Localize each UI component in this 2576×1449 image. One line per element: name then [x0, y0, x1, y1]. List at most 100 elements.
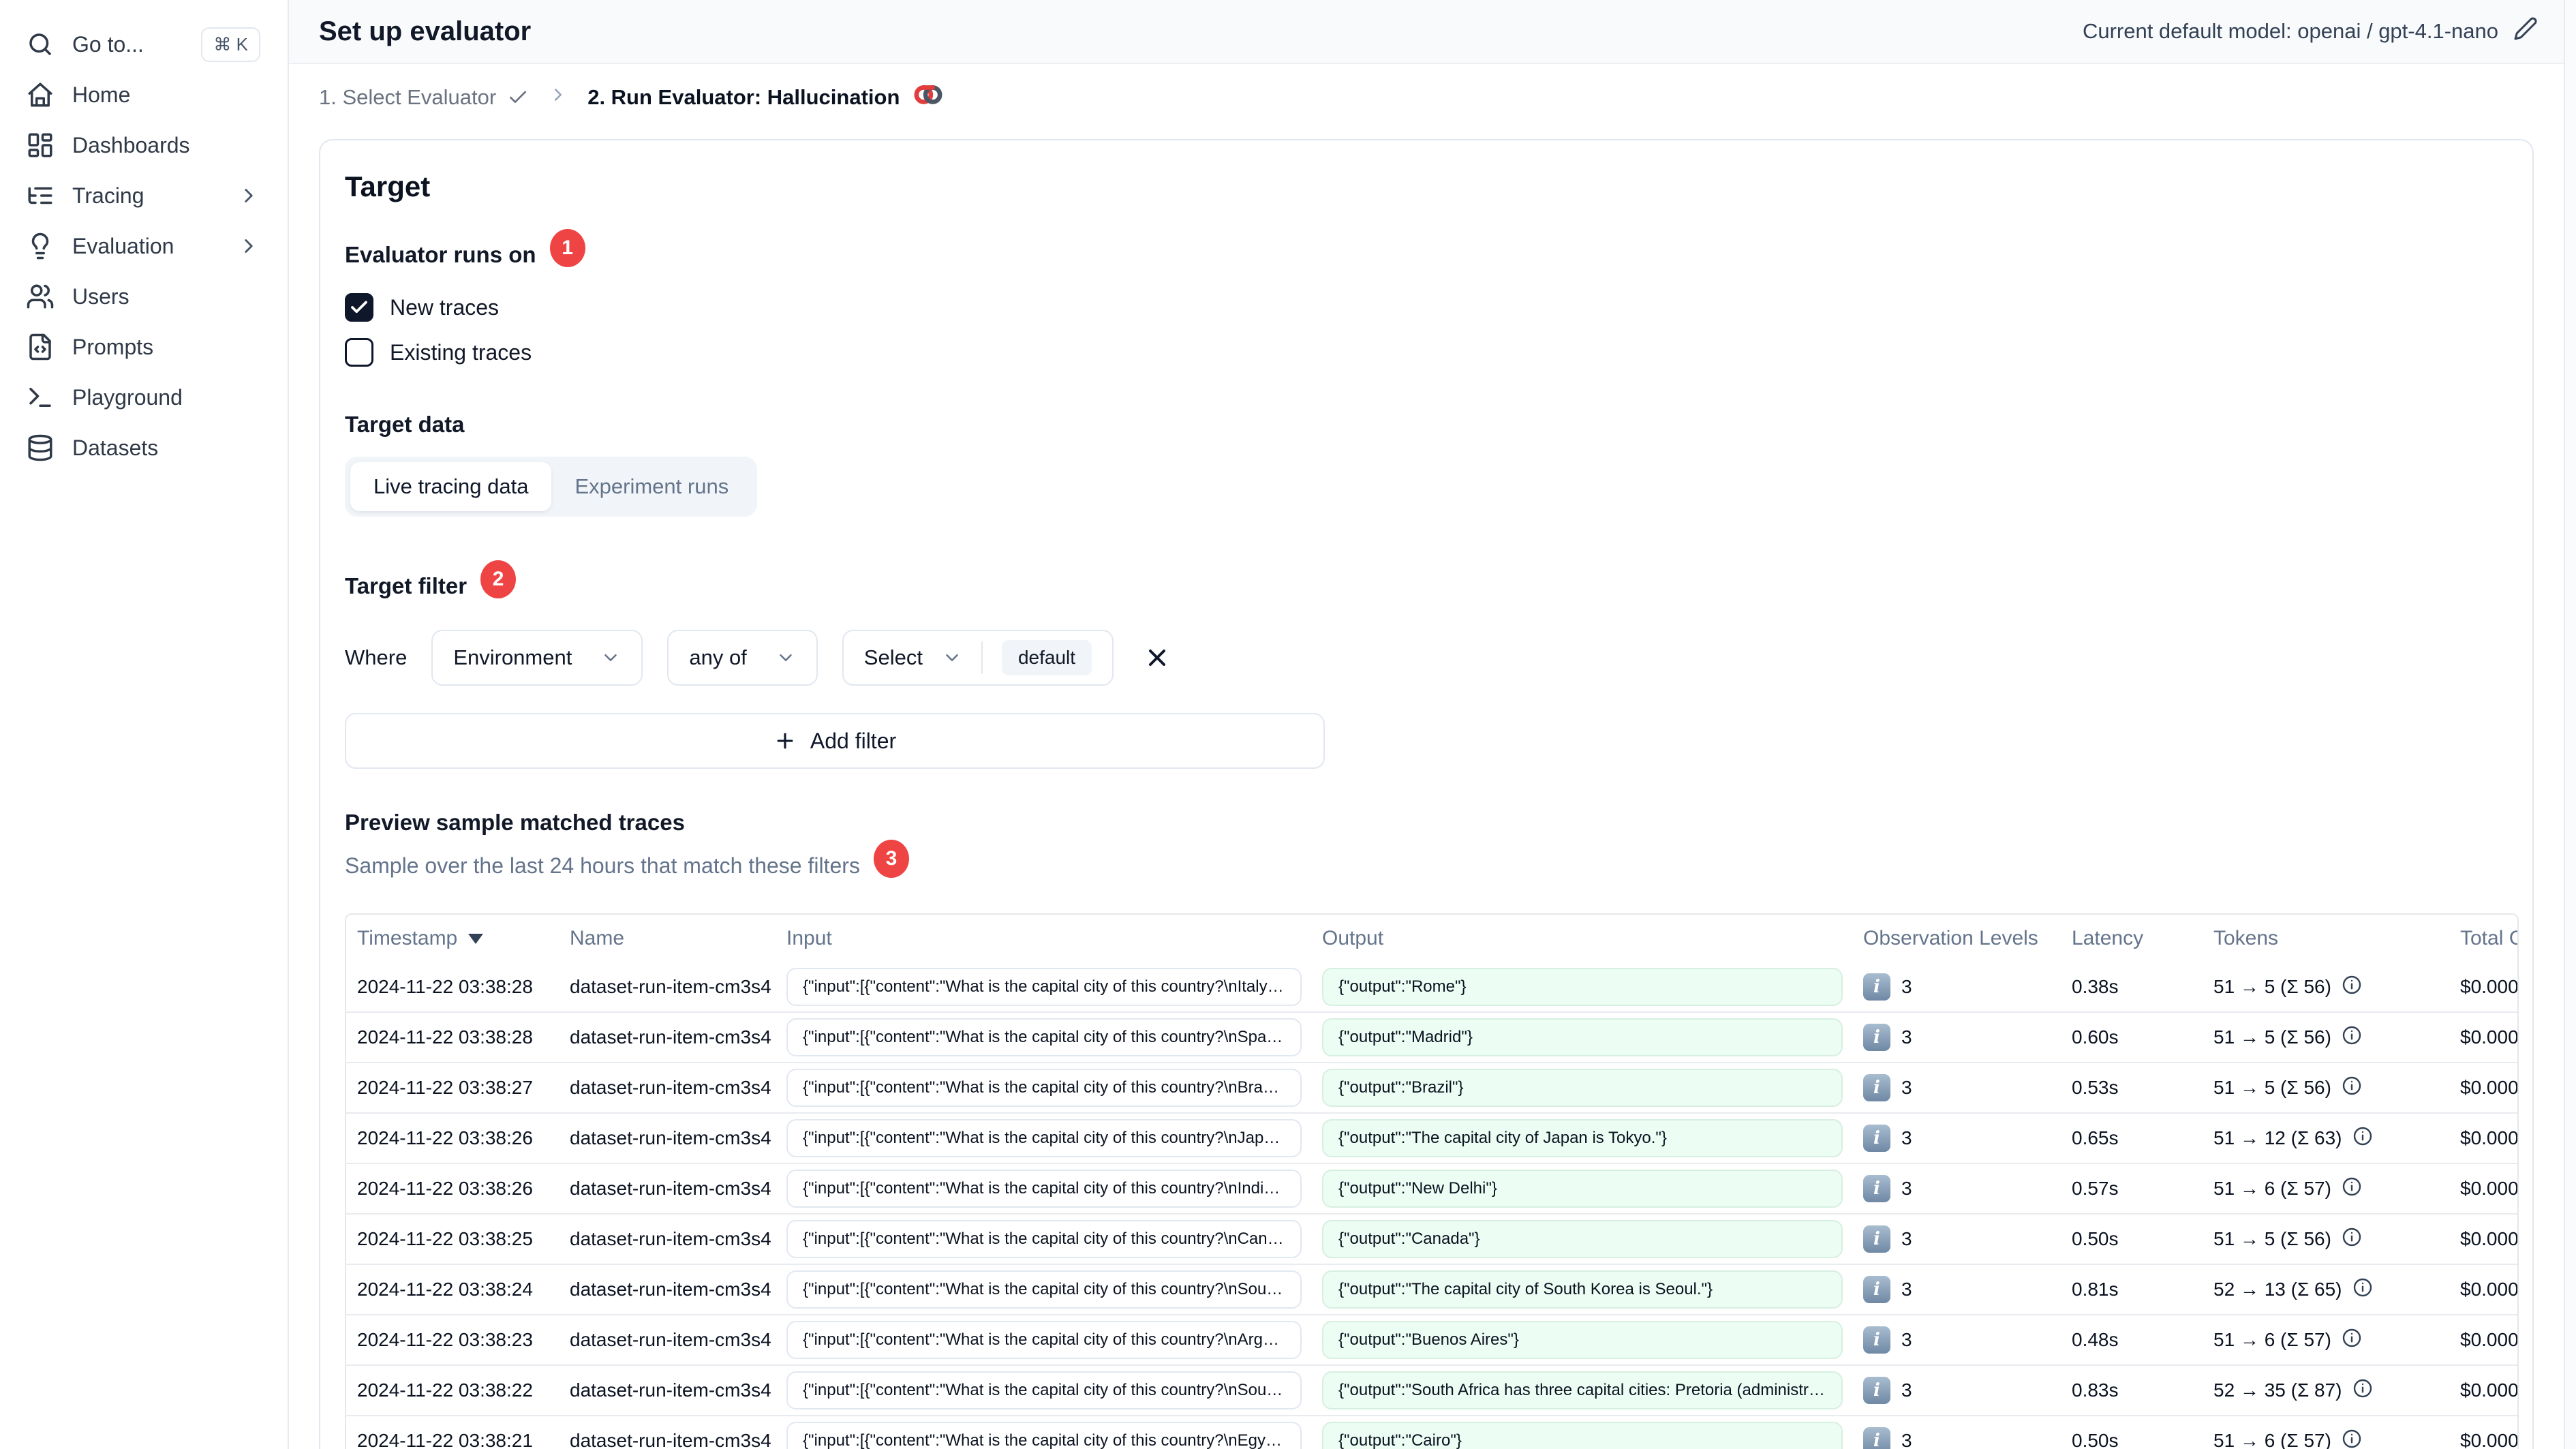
sidebar-item-home[interactable]: Home — [0, 70, 288, 120]
latency-cell: 0.38s — [2072, 976, 2119, 997]
name-cell: dataset-run-item-cm3s4 — [570, 1077, 771, 1098]
info-level-icon: i — [1863, 1326, 1890, 1354]
output-cell: {"output":"Cairo"} — [1322, 1422, 1843, 1449]
info-icon — [2341, 1226, 2363, 1253]
checkbox-option-1[interactable]: Existing traces — [345, 338, 2519, 367]
total-cost-cell: $0.000011 ( — [2460, 1430, 2517, 1449]
model-label: Current default model: openai / gpt-4.1-… — [2082, 19, 2498, 43]
where-label: Where — [345, 645, 408, 669]
target-data-tabs: Live tracing data Experiment runs — [345, 457, 758, 517]
sidebar-item-dashboards[interactable]: Dashboards — [0, 120, 288, 170]
shortcut-badge: ⌘ K — [201, 27, 260, 62]
timestamp-cell: 2024-11-22 03:38:26 — [357, 1178, 533, 1199]
table-row[interactable]: 2024-11-22 03:38:23 dataset-run-item-cm3s… — [346, 1314, 2517, 1364]
timestamp-cell: 2024-11-22 03:38:24 — [357, 1279, 533, 1300]
playground-icon — [26, 383, 55, 412]
latency-cell: 0.60s — [2072, 1026, 2119, 1048]
sidebar-item-label: Prompts — [72, 334, 154, 359]
input-cell: {"input":[{"content":"What is the capita… — [786, 1119, 1302, 1157]
breadcrumb-step-1[interactable]: 1. Select Evaluator — [319, 85, 529, 110]
runs-on-label: Evaluator runs on — [345, 242, 536, 267]
table-row[interactable]: 2024-11-22 03:38:28 dataset-run-item-cm3s… — [346, 962, 2517, 1011]
table-row[interactable]: 2024-11-22 03:38:26 dataset-run-item-cm3s… — [346, 1112, 2517, 1163]
table-row[interactable]: 2024-11-22 03:38:26 dataset-run-item-cm3s… — [346, 1163, 2517, 1213]
column-header-total-cost: Total Cost — [2460, 927, 2517, 949]
edit-pencil-icon[interactable] — [2513, 16, 2538, 46]
output-cell: {"output":"The capital city of South Kor… — [1322, 1270, 1843, 1309]
input-cell: {"input":[{"content":"What is the capita… — [786, 1371, 1302, 1409]
filter-value-select[interactable]: Select default — [842, 630, 1114, 686]
target-data-label: Target data — [345, 412, 465, 437]
input-cell: {"input":[{"content":"What is the capita… — [786, 968, 1302, 1006]
table-row[interactable]: 2024-11-22 03:38:22 dataset-run-item-cm3s… — [346, 1364, 2517, 1415]
preview-title: Preview sample matched traces — [345, 810, 685, 835]
output-cell: {"output":"South Africa has three capita… — [1322, 1371, 1843, 1409]
info-icon — [2352, 1277, 2374, 1303]
sidebar-item-tracing[interactable]: Tracing — [0, 170, 288, 221]
default-model-info: Current default model: openai / gpt-4.1-… — [2083, 16, 2538, 46]
table-body: 2024-11-22 03:38:28 dataset-run-item-cm3s… — [346, 962, 2517, 1449]
chevron-down-icon — [780, 654, 792, 661]
users-icon — [26, 282, 55, 311]
preview-subtitle-row: Sample over the last 24 hours that match… — [345, 840, 2519, 885]
checkbox-option-0[interactable]: New traces — [345, 293, 2519, 322]
filter-value-chip: default — [1001, 640, 1092, 675]
checkbox[interactable] — [345, 338, 373, 367]
sidebar-item-label: Datasets — [72, 435, 159, 460]
evaluator-logo-icon — [912, 80, 945, 115]
chevron-down-icon — [604, 654, 617, 661]
filter-operator-select[interactable]: any of — [667, 630, 818, 686]
check-icon — [510, 91, 527, 103]
column-header-timestamp[interactable]: Timestamp — [346, 927, 559, 950]
table-row[interactable]: 2024-11-22 03:38:21 dataset-run-item-cm3s… — [346, 1415, 2517, 1449]
table-row[interactable]: 2024-11-22 03:38:24 dataset-run-item-cm3s… — [346, 1264, 2517, 1314]
close-icon — [1149, 650, 1166, 666]
info-level-icon: i — [1863, 1024, 1890, 1051]
tokens-cell: 51 → 6 (Σ 57) — [2203, 1176, 2449, 1202]
timestamp-cell: 2024-11-22 03:38:23 — [357, 1329, 533, 1350]
total-cost-cell: $0.000011 ( — [2460, 1026, 2517, 1048]
tokens-cell: 51 → 5 (Σ 56) — [2203, 1226, 2449, 1253]
column-header-tokens: Tokens — [2213, 927, 2279, 949]
table-row[interactable]: 2024-11-22 03:38:25 dataset-run-item-cm3s… — [346, 1213, 2517, 1264]
sidebar-item-datasets[interactable]: Datasets — [0, 423, 288, 473]
tab-live-tracing-data[interactable]: Live tracing data — [350, 462, 552, 511]
name-cell: dataset-run-item-cm3s4 — [570, 1178, 771, 1199]
add-filter-label: Add filter — [810, 728, 897, 753]
timestamp-cell: 2024-11-22 03:38:21 — [357, 1430, 533, 1449]
goto-search[interactable]: Go to... ⌘ K — [0, 19, 288, 70]
add-filter-button[interactable]: Add filter — [345, 713, 1325, 769]
sidebar-item-label: Tracing — [72, 183, 144, 208]
page-scrollbar[interactable] — [2564, 0, 2576, 1449]
tab-experiment-runs[interactable]: Experiment runs — [551, 462, 752, 511]
sidebar-item-prompts[interactable]: Prompts — [0, 322, 288, 372]
observation-levels-cell: i3 — [1852, 1074, 2061, 1101]
main-area: Set up evaluator Current default model: … — [289, 0, 2576, 1449]
latency-cell: 0.48s — [2072, 1329, 2119, 1350]
page-title: Set up evaluator — [319, 16, 532, 46]
info-icon — [2341, 1075, 2363, 1101]
info-level-icon: i — [1863, 973, 1890, 1001]
observation-levels-cell: i3 — [1852, 1377, 2061, 1404]
sidebar-item-evaluation[interactable]: Evaluation — [0, 221, 288, 271]
datasets-icon — [26, 433, 55, 462]
total-cost-cell: $0.000011 ( — [2460, 1228, 2517, 1249]
sidebar-item-label: Evaluation — [72, 233, 174, 258]
checkbox-checked[interactable] — [345, 293, 373, 322]
info-level-icon: i — [1863, 1377, 1890, 1404]
tokens-cell: 51 → 5 (Σ 56) — [2203, 1075, 2449, 1101]
sidebar-item-playground[interactable]: Playground — [0, 372, 288, 423]
prompts-icon — [26, 333, 55, 361]
chevron-down-icon — [946, 654, 958, 661]
latency-cell: 0.83s — [2072, 1379, 2119, 1401]
table-row[interactable]: 2024-11-22 03:38:27 dataset-run-item-cm3s… — [346, 1062, 2517, 1112]
sidebar-item-users[interactable]: Users — [0, 271, 288, 322]
observation-levels-cell: i3 — [1852, 1427, 2061, 1449]
filter-column-select[interactable]: Environment — [431, 630, 643, 686]
input-cell: {"input":[{"content":"What is the capita… — [786, 1422, 1302, 1449]
total-cost-cell: $0.000011 ( — [2460, 1077, 2517, 1098]
total-cost-cell: $0.000011 ( — [2460, 976, 2517, 997]
remove-filter-button[interactable] — [1138, 639, 1176, 677]
table-row[interactable]: 2024-11-22 03:38:28 dataset-run-item-cm3s… — [346, 1011, 2517, 1062]
chevron-right-icon — [237, 234, 260, 258]
